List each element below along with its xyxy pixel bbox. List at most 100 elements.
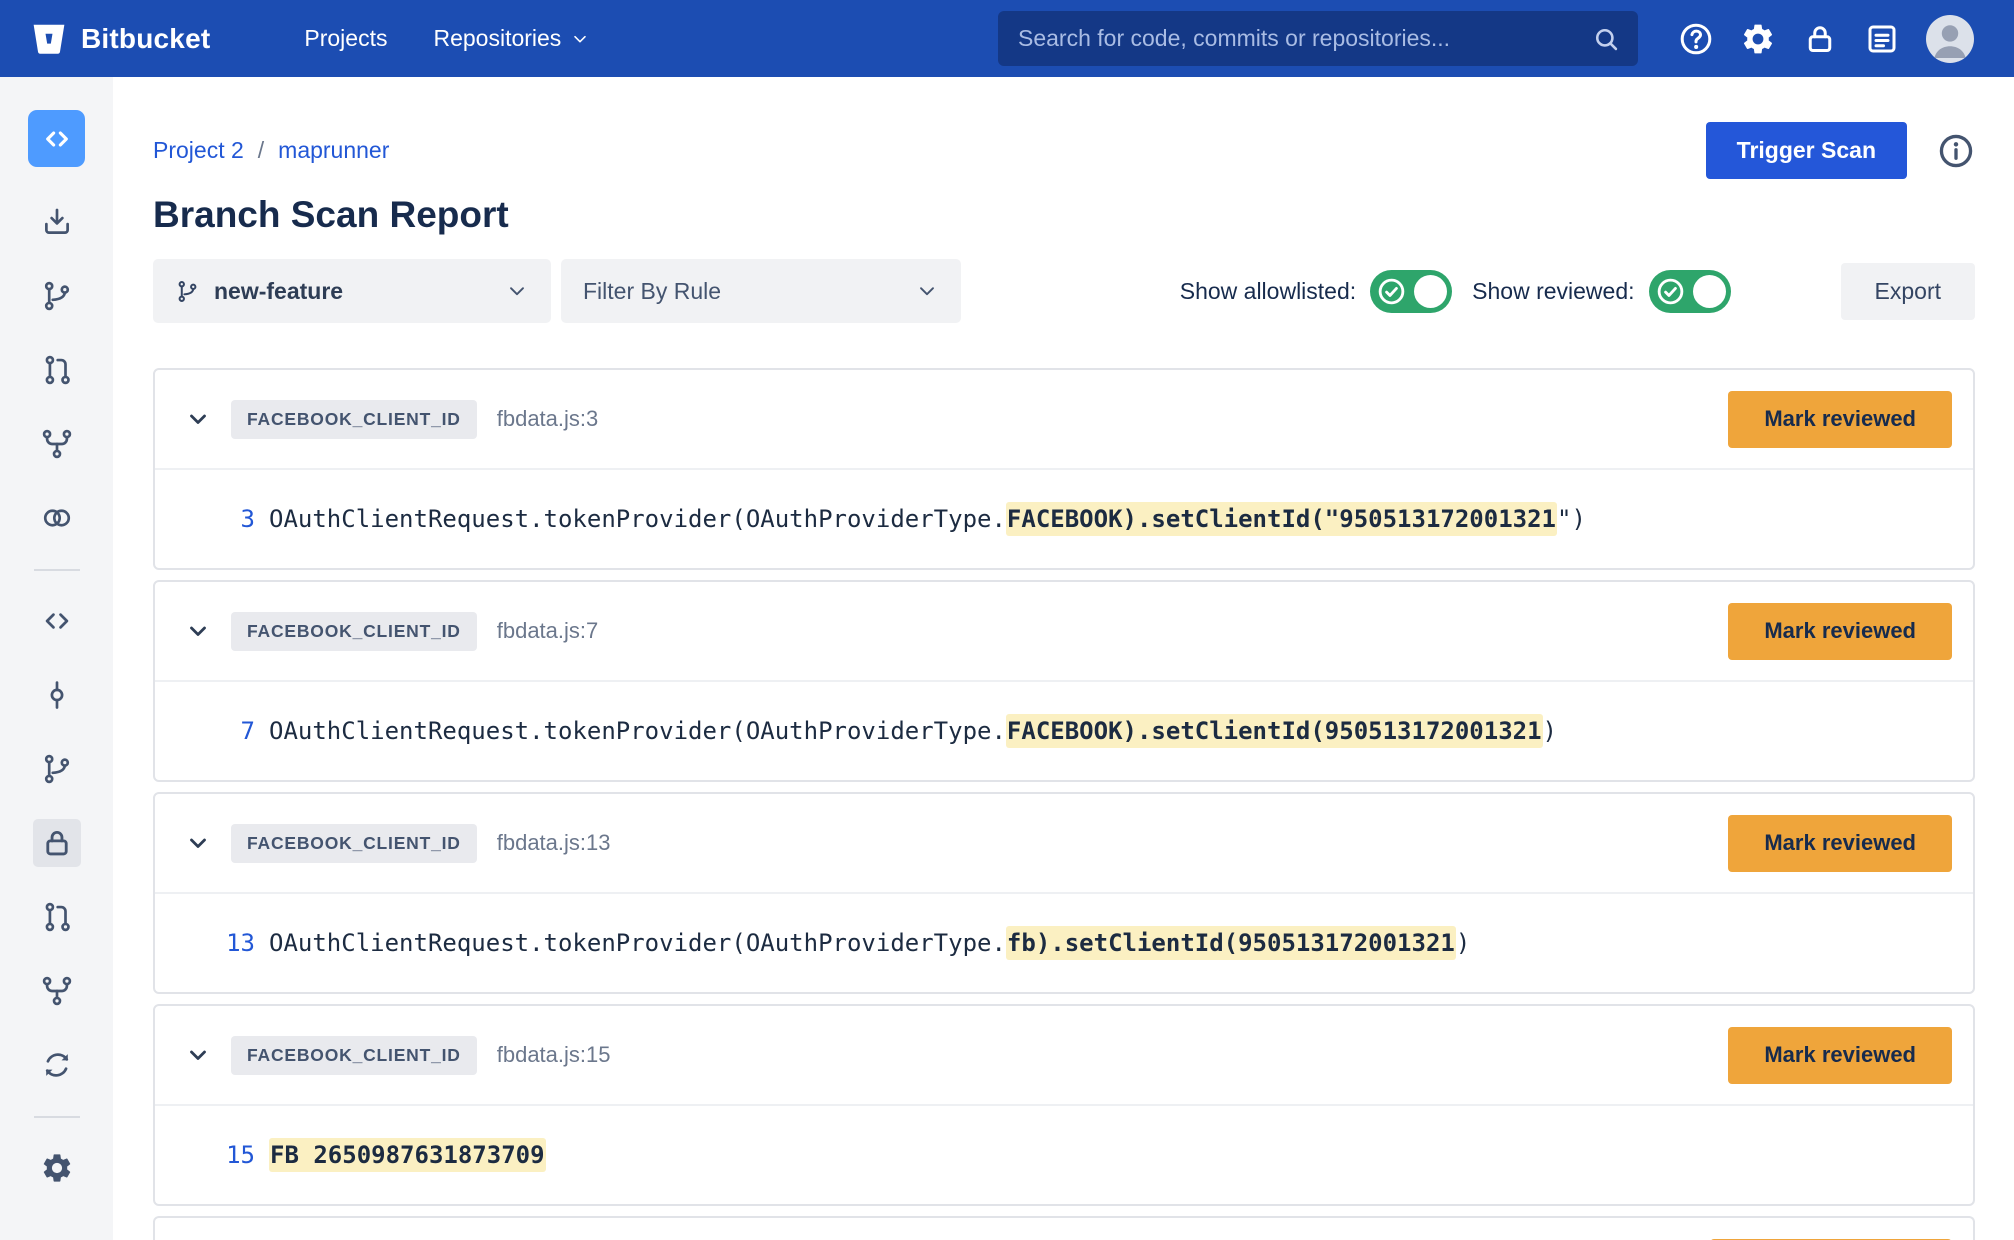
lock-icon	[1802, 21, 1838, 57]
nav-icon-group	[1678, 15, 1974, 63]
sidebar-item-clone[interactable]	[33, 198, 81, 246]
branch-dropdown-value: new-feature	[214, 278, 343, 305]
sidebar-item-environments[interactable]	[33, 494, 81, 542]
code-line: FB 2650987631873709	[269, 1141, 546, 1169]
nav-repositories[interactable]: Repositories	[433, 25, 590, 52]
show-allowlisted-label: Show allowlisted:	[1180, 278, 1356, 305]
trigger-scan-button[interactable]: Trigger Scan	[1706, 122, 1907, 179]
download-icon	[40, 205, 74, 239]
notes-icon	[1864, 21, 1900, 57]
nav-projects[interactable]: Projects	[304, 25, 387, 52]
user-avatar[interactable]	[1926, 15, 1974, 63]
show-allowlisted-toggle[interactable]	[1370, 270, 1452, 313]
gear-icon	[40, 1151, 74, 1185]
sidebar-item-forks[interactable]	[33, 420, 81, 468]
settings-button[interactable]	[1740, 21, 1776, 57]
mark-reviewed-button[interactable]: Mark reviewed	[1728, 1027, 1952, 1084]
gear-icon	[1740, 21, 1776, 57]
global-search[interactable]	[998, 11, 1638, 66]
rule-badge: FACEBOOK_CLIENT_ID	[231, 400, 477, 439]
sidebar-item-pull-requests[interactable]	[33, 346, 81, 394]
sidebar-item-security-scan[interactable]	[33, 819, 81, 867]
collapse-button[interactable]	[185, 406, 211, 432]
filter-bar: new-feature Filter By Rule Show allowlis…	[153, 259, 1975, 323]
collapse-button[interactable]	[185, 830, 211, 856]
lock-icon	[40, 826, 74, 860]
chevron-down-icon	[185, 618, 211, 644]
chevron-down-icon	[185, 1042, 211, 1068]
help-icon	[1678, 21, 1714, 57]
rule-dropdown-value: Filter By Rule	[583, 278, 721, 305]
nav-repositories-label: Repositories	[433, 25, 561, 52]
pull-request-icon	[40, 353, 74, 387]
sidebar-item-pull-requests-2[interactable]	[33, 893, 81, 941]
info-button[interactable]	[1937, 132, 1975, 170]
sidebar-item-fork-list[interactable]	[33, 967, 81, 1015]
export-button[interactable]: Export	[1841, 263, 1975, 320]
sidebar-item-commits[interactable]	[33, 671, 81, 719]
branch-icon	[40, 752, 74, 786]
code-line: OAuthClientRequest.tokenProvider(OAuthPr…	[269, 929, 1470, 957]
bitbucket-logo-icon	[30, 20, 68, 58]
commit-icon	[40, 678, 74, 712]
mark-reviewed-button[interactable]: Mark reviewed	[1728, 603, 1952, 660]
show-reviewed-label: Show reviewed:	[1472, 278, 1634, 305]
sidebar-item-branch-list[interactable]	[33, 745, 81, 793]
code-icon	[40, 604, 74, 638]
main-content: Project 2 / maprunner Trigger Scan Branc…	[113, 77, 2014, 1240]
check-icon	[1376, 276, 1407, 307]
chevron-down-icon	[185, 406, 211, 432]
sync-icon	[40, 1048, 74, 1082]
mark-reviewed-button[interactable]: Mark reviewed	[1728, 391, 1952, 448]
collapse-button[interactable]	[185, 1042, 211, 1068]
show-reviewed-toggle[interactable]	[1649, 270, 1731, 313]
fork-icon	[40, 427, 74, 461]
security-button[interactable]	[1802, 21, 1838, 57]
branch-dropdown[interactable]: new-feature	[153, 259, 551, 323]
environments-icon	[40, 501, 74, 535]
rule-filter-dropdown[interactable]: Filter By Rule	[561, 259, 961, 323]
person-icon	[1926, 15, 1974, 63]
breadcrumb-repo-link[interactable]: maprunner	[278, 137, 389, 164]
rule-badge: FACEBOOK_CLIENT_ID	[231, 1036, 477, 1075]
notes-button[interactable]	[1864, 21, 1900, 57]
sidebar-item-branches[interactable]	[33, 272, 81, 320]
secret-highlight: FB 2650987631873709	[269, 1138, 546, 1172]
page-title: Branch Scan Report	[153, 194, 1975, 236]
branch-icon	[40, 279, 74, 313]
help-button[interactable]	[1678, 21, 1714, 57]
pull-request-icon	[40, 900, 74, 934]
chevron-down-icon	[915, 279, 939, 303]
secret-highlight: FACEBOOK).setClientId("950513172001321	[1006, 502, 1557, 536]
sidebar-item-pipelines[interactable]	[33, 1041, 81, 1089]
check-icon	[1655, 276, 1686, 307]
repo-avatar[interactable]	[28, 110, 85, 167]
breadcrumb: Project 2 / maprunner	[153, 137, 389, 164]
sidebar-divider	[34, 569, 80, 571]
toggle-knob	[1414, 275, 1447, 308]
file-location: fbdata.js:15	[497, 1042, 611, 1068]
search-input[interactable]	[1018, 25, 1592, 52]
chevron-down-icon	[505, 279, 529, 303]
sidebar-item-source[interactable]	[33, 597, 81, 645]
finding-card: FACEBOOK_CLIENT_ID fbdata.js:3 Mark revi…	[153, 368, 1975, 570]
breadcrumb-project-link[interactable]: Project 2	[153, 137, 244, 164]
bitbucket-home-link[interactable]: Bitbucket	[30, 20, 210, 58]
rule-badge: FACEBOOK_CLIENT_ID	[231, 612, 477, 651]
line-number: 15	[155, 1141, 255, 1169]
rule-badge: FACEBOOK_CLIENT_ID	[231, 824, 477, 863]
finding-card: FACEBOOK_CLIENT_ID fbdata.js:15 Mark rev…	[153, 1004, 1975, 1206]
left-sidebar	[0, 77, 113, 1240]
finding-card: FACEBOOK_CLIENT_ID fbdata.js:7 Mark revi…	[153, 580, 1975, 782]
sidebar-item-settings[interactable]	[33, 1144, 81, 1192]
brand-name: Bitbucket	[81, 23, 210, 55]
top-nav: Bitbucket Projects Repositories	[0, 0, 2014, 77]
chevron-down-icon	[570, 29, 590, 49]
collapse-button[interactable]	[185, 618, 211, 644]
mark-reviewed-button[interactable]: Mark reviewed	[1728, 815, 1952, 872]
sidebar-divider	[34, 1116, 80, 1118]
fork-icon	[40, 974, 74, 1008]
branch-icon	[175, 279, 200, 304]
info-icon	[1937, 132, 1975, 170]
finding-card-partial	[153, 1216, 1975, 1240]
